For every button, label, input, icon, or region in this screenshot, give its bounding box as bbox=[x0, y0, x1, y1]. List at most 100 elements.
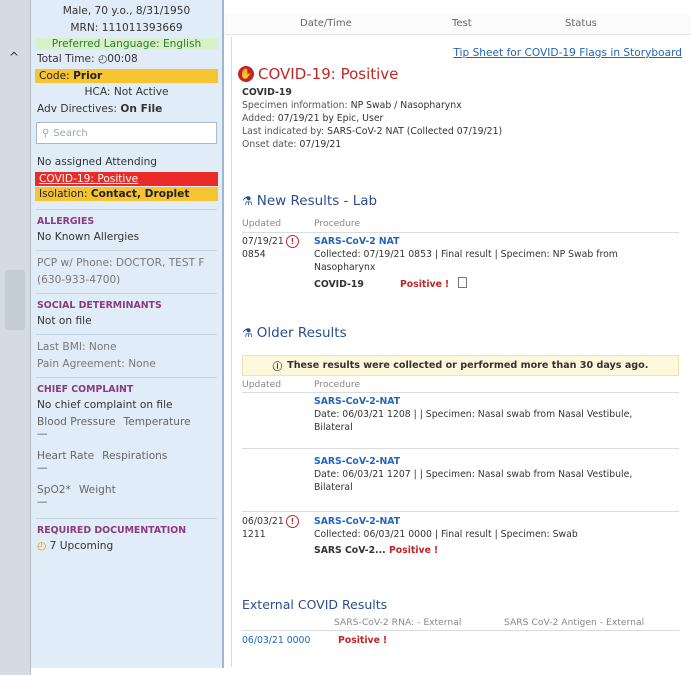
col-procedure: Procedure bbox=[314, 379, 361, 390]
search-placeholder: Search bbox=[53, 127, 88, 139]
new-result-detail-2: Nasopharynx bbox=[314, 262, 376, 273]
adv-directives[interactable]: Adv Directives: On File bbox=[31, 101, 222, 118]
new-result-value: Positive bbox=[399, 279, 442, 290]
new-results-heading[interactable]: ⚗ New Results - Lab bbox=[242, 193, 377, 209]
specimen-info: Specimen information: NP Swab / Nasophar… bbox=[242, 99, 502, 112]
divider bbox=[36, 293, 217, 294]
older-result-date-text: 06/03/21 bbox=[242, 516, 284, 527]
alert-circle-icon: ! bbox=[286, 515, 299, 528]
vital-spo2: SpO2* bbox=[37, 484, 71, 496]
total-time-label: Total Time: bbox=[37, 53, 95, 65]
chief-complaint-value: No chief complaint on file bbox=[37, 399, 173, 411]
isolation-bar[interactable]: Isolation: Contact, Droplet bbox=[35, 187, 218, 201]
flag-title-text: COVID-19: Positive bbox=[258, 65, 399, 83]
col-status[interactable]: Status bbox=[565, 18, 597, 29]
language-badge: Preferred Language: English bbox=[35, 38, 218, 50]
covid-flag-link[interactable]: COVID-19: Positive bbox=[35, 172, 218, 186]
code-label: Code: bbox=[39, 70, 70, 82]
divider bbox=[36, 250, 217, 251]
ext-result-value: Positive ! bbox=[338, 634, 387, 647]
ext-col-antigen[interactable]: SARS CoV-2 Antigen - External bbox=[504, 617, 644, 628]
older-results-columns: Updated Procedure bbox=[242, 379, 360, 390]
older-result-row[interactable]: SARS-CoV-2-NAT Date: 06/03/21 1207 | | S… bbox=[314, 455, 674, 494]
last-label: Last indicated by: bbox=[242, 126, 325, 137]
col-datetime[interactable]: Date/Time bbox=[300, 18, 352, 29]
new-result-row[interactable]: SARS-CoV-2 NAT Collected: 07/19/21 0853 … bbox=[314, 235, 674, 291]
clock-icon: ◴ bbox=[37, 540, 47, 552]
older-results-title: Older Results bbox=[256, 325, 347, 341]
onset-label: Onset date: bbox=[242, 139, 297, 150]
chief-complaint-heading[interactable]: CHIEF COMPLAINT bbox=[31, 382, 222, 397]
onset-date: Onset date: 07/19/21 bbox=[242, 138, 502, 151]
pcp-phone: (630-933-4700) bbox=[37, 274, 121, 286]
pcp-line[interactable]: PCP w/ Phone: DOCTOR, TEST F bbox=[31, 255, 222, 272]
vital-temp: Temperature bbox=[123, 416, 191, 428]
older-result-row[interactable]: SARS-CoV-2-NAT Collected: 06/03/21 0000 … bbox=[314, 515, 674, 557]
chevron-up-icon[interactable]: ^ bbox=[9, 50, 19, 64]
vitals-row-1: Blood Pressure Temperature bbox=[31, 414, 222, 430]
vital-weight: Weight bbox=[78, 484, 116, 496]
older-result-component: SARS CoV-2... bbox=[314, 545, 386, 556]
divider bbox=[242, 392, 679, 393]
older-result-row[interactable]: SARS-CoV-2-NAT Date: 06/03/21 1208 | | S… bbox=[314, 395, 674, 434]
divider bbox=[36, 334, 217, 335]
older-result-procedure[interactable]: SARS-CoV-2-NAT bbox=[314, 515, 674, 528]
ext-result-date[interactable]: 06/03/21 0000 bbox=[242, 634, 310, 647]
new-result-detail: Collected: 07/19/21 0853 | Final result … bbox=[314, 249, 618, 260]
divider bbox=[242, 232, 679, 233]
vital-bp: Blood Pressure bbox=[37, 416, 116, 428]
clock-icon: ◴ bbox=[97, 53, 108, 65]
older-notice-text: These results were collected or performe… bbox=[287, 360, 649, 371]
isolation-value: Contact, Droplet bbox=[90, 188, 190, 200]
sidebar-scrollbar[interactable]: ^ bbox=[0, 0, 31, 675]
onset-value: 07/19/21 bbox=[299, 139, 342, 150]
older-result-detail-2: Bilateral bbox=[314, 422, 353, 433]
abnormal-flag: ! bbox=[433, 545, 439, 556]
ext-col-rna[interactable]: SARS-CoV-2 RNA: - External bbox=[334, 617, 461, 628]
required-doc-heading[interactable]: REQUIRED DOCUMENTATION bbox=[31, 523, 222, 538]
flag-info: COVID-19 Specimen information: NP Swab /… bbox=[242, 86, 502, 151]
divider bbox=[36, 377, 217, 378]
new-results-columns: Updated Procedure bbox=[242, 218, 360, 229]
covid-flag-popup: Tip Sheet for COVID-19 Flags in Storyboa… bbox=[231, 37, 687, 667]
last-indicated: Last indicated by: SARS-CoV-2 NAT (Colle… bbox=[242, 125, 502, 138]
sdoh-heading[interactable]: SOCIAL DETERMINANTS bbox=[31, 298, 222, 313]
older-results-heading[interactable]: ⚗ Older Results bbox=[242, 325, 347, 341]
specimen-value: NP Swab / Nasopharynx bbox=[350, 100, 462, 111]
search-input[interactable]: ⚲ Search bbox=[36, 122, 217, 144]
older-result-procedure[interactable]: SARS-CoV-2-NAT bbox=[314, 455, 674, 468]
info-icon: ⓘ bbox=[272, 361, 283, 373]
older-result-date: 06/03/21 1211 bbox=[242, 515, 284, 541]
new-result-date: 07/19/21 0854 bbox=[242, 235, 284, 261]
document-icon[interactable] bbox=[458, 277, 468, 288]
code-status-bar[interactable]: Code: Prior bbox=[35, 69, 218, 83]
sdoh-value: Not on file bbox=[37, 315, 92, 327]
older-result-time: 1211 bbox=[242, 529, 266, 540]
alert-circle-icon: ! bbox=[286, 235, 299, 248]
new-result-date-text: 07/19/21 bbox=[242, 236, 284, 247]
added-value: 07/19/21 by Epic, User bbox=[277, 113, 384, 124]
new-result-time: 0854 bbox=[242, 249, 266, 260]
col-updated: Updated bbox=[242, 218, 282, 229]
search-icon: ⚲ bbox=[42, 127, 50, 139]
attending: No assigned Attending bbox=[37, 156, 158, 168]
older-result-detail: Collected: 06/03/21 0000 | Final result … bbox=[314, 529, 578, 540]
flag-name: COVID-19 bbox=[242, 87, 292, 98]
col-test[interactable]: Test bbox=[452, 18, 472, 29]
vital-empty: — bbox=[37, 428, 48, 440]
older-result-detail: Date: 06/03/21 1207 | | Specimen: Nasal … bbox=[314, 469, 633, 480]
divider bbox=[36, 518, 217, 519]
older-result-detail-2: Bilateral bbox=[314, 482, 353, 493]
tip-sheet-link[interactable]: Tip Sheet for COVID-19 Flags in Storyboa… bbox=[453, 47, 682, 59]
new-result-procedure[interactable]: SARS-CoV-2 NAT bbox=[314, 235, 674, 248]
older-result-procedure[interactable]: SARS-CoV-2-NAT bbox=[314, 395, 674, 408]
older-result-detail: Date: 06/03/21 1208 | | Specimen: Nasal … bbox=[314, 409, 633, 420]
flag-title: ✋ COVID-19: Positive bbox=[238, 65, 398, 83]
scroll-thumb[interactable] bbox=[5, 270, 25, 330]
required-doc-value[interactable]: ◴ 7 Upcoming bbox=[31, 538, 222, 555]
divider bbox=[36, 209, 217, 210]
vitals-row-3: SpO2* Weight bbox=[31, 482, 222, 498]
allergies-heading[interactable]: ALLERGIES bbox=[31, 214, 222, 229]
external-results-heading[interactable]: External COVID Results bbox=[242, 597, 387, 612]
results-header: Date/Time Test Status bbox=[225, 13, 691, 35]
